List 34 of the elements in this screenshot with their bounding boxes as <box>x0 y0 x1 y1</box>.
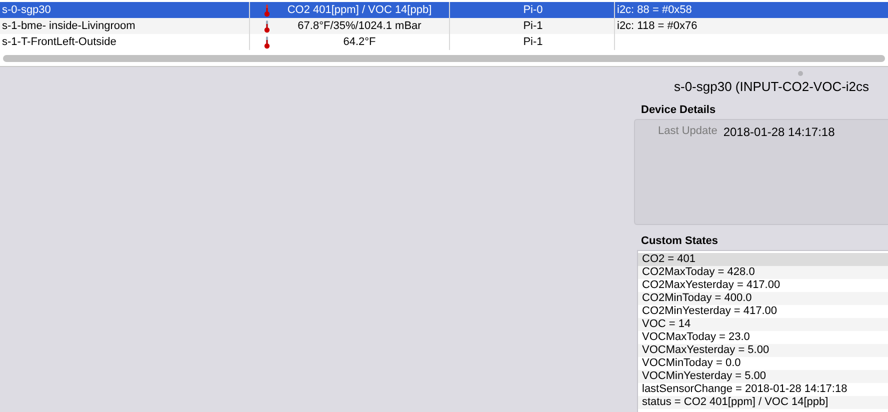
state-item[interactable]: CO2MaxYesterday = 417.00 <box>638 279 888 292</box>
device-row[interactable]: s-1-T-FrontLeft-Outside 64.2°F Pi-1 <box>0 34 888 50</box>
device-name: s-1-bme- inside-Livingroom <box>0 18 250 34</box>
drag-handle-icon[interactable] <box>798 71 803 76</box>
device-address: i2c: 88 = #0x58 <box>617 4 692 16</box>
device-row[interactable]: s-0-sgp30 CO2 401[ppm] / VOC 14[ppb] Pi-0 i2c: 88 = #0x58 <box>0 2 888 18</box>
thermometer-icon <box>264 36 270 48</box>
device-state: 67.8°F/35%/1024.1 mBar <box>296 19 422 34</box>
state-item[interactable]: VOCMinToday = 0.0 <box>638 357 888 370</box>
device-row[interactable]: s-1-bme- inside-Livingroom 67.8°F/35%/1024.1 mBar Pi-1 i2c: 118 = #0x76 <box>0 18 888 34</box>
device-name: s-1-T-FrontLeft-Outside <box>0 34 250 50</box>
state-item[interactable]: VOCMaxToday = 23.0 <box>638 331 888 344</box>
device-state: 64.2°F <box>342 35 377 50</box>
state-item[interactable]: VOCMaxYesterday = 5.00 <box>638 344 888 357</box>
horizontal-scrollbar[interactable] <box>3 54 885 62</box>
state-item[interactable]: CO2MinToday = 400.0 <box>638 292 888 305</box>
device-title: s-0-sgp30 (INPUT-CO2-VOC-i2cs <box>674 79 870 96</box>
host-name: Pi-1 <box>450 18 615 34</box>
section-heading: Device Details <box>641 104 717 117</box>
state-item[interactable]: VOCMinYesterday = 5.00 <box>638 370 888 383</box>
thermometer-icon <box>264 4 270 16</box>
field-value: 2018-01-28 14:17:18 <box>723 125 835 139</box>
thermometer-icon <box>264 20 270 32</box>
device-state: CO2 401[ppm] / VOC 14[ppb] <box>286 3 433 18</box>
state-item[interactable]: CO2MaxToday = 428.0 <box>638 266 888 279</box>
state-item[interactable]: CO2 = 401 <box>638 253 888 266</box>
device-address: i2c: 118 = #0x76 <box>617 20 698 32</box>
state-item[interactable]: lastSensorChange = 2018-01-28 14:17:18 <box>638 383 888 396</box>
state-item[interactable]: status = CO2 401[ppm] / VOC 14[ppb] <box>638 396 888 409</box>
host-name: Pi-1 <box>450 34 615 50</box>
state-item[interactable]: CO2MinYesterday = 417.00 <box>638 305 888 318</box>
section-heading: Custom States <box>641 235 720 248</box>
state-item[interactable]: VOC = 14 <box>638 318 888 331</box>
field-label: Last Update <box>658 125 718 139</box>
